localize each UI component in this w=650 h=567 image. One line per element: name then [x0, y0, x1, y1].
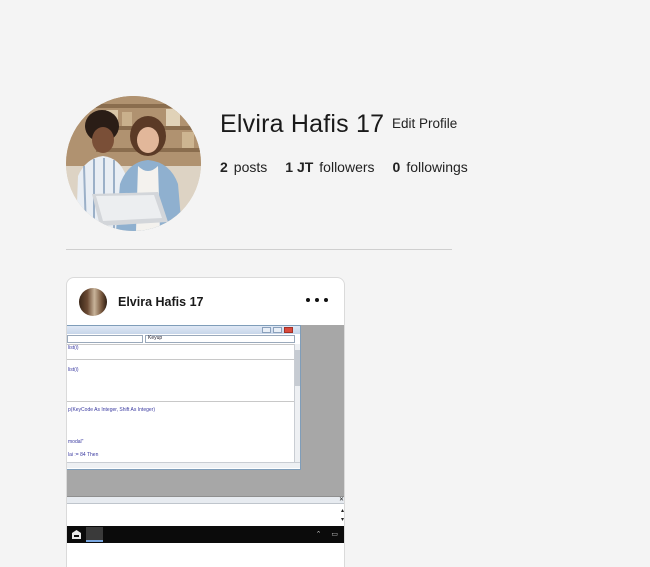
post-author-avatar[interactable] [79, 288, 107, 316]
post-header: Elvira Hafis 17 [67, 278, 344, 325]
screenshot-window-titlebar [67, 326, 300, 334]
code-line: list(i) [68, 367, 79, 373]
more-horizontal-icon[interactable] [306, 293, 328, 307]
screenshot-scrollbar [294, 344, 300, 462]
profile-photo [66, 96, 201, 231]
screenshot-hscrollbar [67, 462, 300, 468]
stat-followings-count: 0 [392, 159, 401, 175]
inbox-icon [72, 530, 81, 539]
stat-followings[interactable]: 0 followings [393, 159, 468, 175]
maximize-icon [273, 327, 282, 333]
code-line: lai := 84 Then [68, 452, 99, 458]
close-icon [284, 327, 293, 333]
taskbar-app-icon [86, 527, 103, 542]
post-image[interactable]: Keyup list(i) list(i) p(KeyCode As Integ… [67, 325, 344, 543]
procedure-combo: Keyup [145, 335, 295, 343]
profile-name: Elvira Hafis 17 [220, 110, 385, 138]
stat-posts[interactable]: 2 posts [220, 159, 267, 175]
system-tray-icons: ⌃ ▭ [315, 531, 342, 538]
stat-followers-count: 1 JT [285, 159, 314, 175]
profile-divider [66, 249, 452, 250]
code-line: list(i) [68, 345, 79, 351]
code-separator [67, 344, 295, 345]
post-card[interactable]: Elvira Hafis 17 Keyup list(i) list(i) p(… [66, 277, 345, 567]
screenshot-lower-panel: ✕ ▴ ▾ [67, 496, 344, 526]
stat-followers[interactable]: 1 JT followers [285, 159, 374, 175]
code-separator [67, 359, 295, 360]
edit-profile-link[interactable]: Edit Profile [392, 116, 457, 131]
close-icon: ✕ [338, 497, 344, 503]
screenshot-taskbar: ⌃ ▭ [67, 526, 344, 543]
scroll-arrow-icon: ▴ [340, 508, 344, 514]
code-line: modal" [68, 439, 84, 445]
code-line: p(KeyCode As Integer, Shift As Integer) [68, 407, 155, 413]
minimize-icon [262, 327, 271, 333]
screenshot-editor-window: Keyup list(i) list(i) p(KeyCode As Integ… [67, 325, 301, 470]
screenshot-combo-row: Keyup [67, 335, 300, 343]
profile-avatar[interactable] [66, 96, 201, 231]
scroll-arrow-icon: ▾ [340, 517, 344, 523]
stat-followers-label: followers [319, 159, 375, 175]
stat-posts-count: 2 [220, 159, 228, 175]
profile-stats: 2 posts 1 JT followers 0 followings [220, 159, 486, 175]
procedure-combo-text: Keyup [148, 335, 163, 341]
stat-posts-label: posts [233, 159, 268, 175]
post-author-name[interactable]: Elvira Hafis 17 [118, 295, 203, 309]
code-separator [67, 401, 295, 402]
object-combo [67, 335, 143, 343]
stat-followings-label: followings [406, 159, 468, 175]
